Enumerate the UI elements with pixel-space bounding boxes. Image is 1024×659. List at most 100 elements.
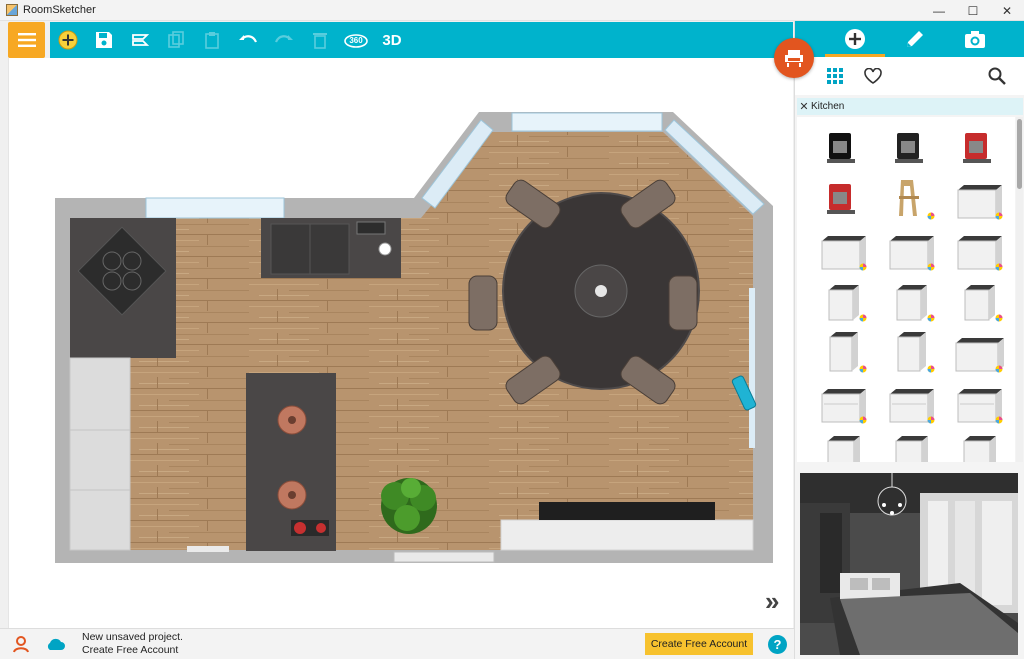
undo-icon <box>239 35 258 43</box>
category-label: Kitchen <box>811 101 845 112</box>
furniture-item-drawer-cabinet[interactable] <box>809 378 873 428</box>
hamburger-menu-icon <box>17 33 36 47</box>
expand-panel-button[interactable]: » <box>765 588 779 614</box>
window-title: RoomSketcher <box>23 4 96 16</box>
user-account-icon[interactable] <box>12 635 30 653</box>
pencil-icon <box>907 31 923 47</box>
360-view-icon: 360 <box>344 34 368 48</box>
furniture-item-base-cabinet[interactable] <box>945 174 1009 224</box>
chair-right <box>668 275 698 331</box>
save-button[interactable] <box>86 22 122 58</box>
furniture-item-base-cabinet-narrow[interactable] <box>945 276 1009 326</box>
category-breadcrumb: ✕ Kitchen <box>797 98 1023 115</box>
furniture-item-coffee-machine-dark[interactable] <box>877 123 941 173</box>
panel-tabs <box>795 21 1024 57</box>
library-scrollbar[interactable] <box>1016 117 1023 462</box>
maximize-button[interactable]: ☐ <box>956 0 990 21</box>
counter-bowl <box>378 242 392 256</box>
furniture-item-base-cabinet[interactable] <box>877 225 941 275</box>
3d-preview[interactable] <box>800 473 1018 655</box>
corner-counter-cut <box>70 306 129 358</box>
tab-edit[interactable] <box>885 21 945 57</box>
furniture-item-espresso-machine-red[interactable] <box>809 174 873 224</box>
tv <box>539 502 715 520</box>
window-controls: — ☐ ✕ <box>922 0 1024 21</box>
close-window-button[interactable]: ✕ <box>990 0 1024 21</box>
copy-icon <box>168 31 184 48</box>
add-icon <box>58 30 78 50</box>
armchair-icon <box>785 50 803 67</box>
help-button[interactable]: ? <box>768 635 787 654</box>
search-button[interactable] <box>987 66 1007 86</box>
search-icon <box>988 67 1006 85</box>
favorites-button[interactable] <box>863 66 883 86</box>
furniture-item-base-cabinet-small[interactable] <box>877 429 941 462</box>
furniture-item-base-cabinet-narrow[interactable] <box>809 276 873 326</box>
status-line-2[interactable]: Create Free Account <box>82 644 183 657</box>
furniture-item-base-cabinet-tall[interactable] <box>877 327 941 377</box>
furniture-item-drawer-cabinet[interactable] <box>945 378 1009 428</box>
furniture-item-base-cabinet-small[interactable] <box>945 429 1009 462</box>
paste-button[interactable] <box>194 22 230 58</box>
furniture-item-coffee-machine-black[interactable] <box>809 123 873 173</box>
redo-icon <box>274 35 293 43</box>
grid-view-button[interactable] <box>825 66 845 86</box>
project-status: New unsaved project. Create Free Account <box>82 631 183 657</box>
furniture-item-high-chair-wood[interactable] <box>877 174 941 224</box>
right-panel: ✕ Kitchen <box>794 21 1024 659</box>
camera-icon <box>965 31 985 48</box>
minimize-button[interactable]: — <box>922 0 956 21</box>
furniture-item-base-cabinet-small[interactable] <box>809 429 873 462</box>
furniture-fab-button[interactable] <box>774 38 814 78</box>
floorplan-canvas[interactable]: » <box>8 58 793 628</box>
library-scrollbar-thumb[interactable] <box>1017 119 1022 189</box>
door-bottom <box>393 551 495 563</box>
svg-text:360: 360 <box>349 36 363 45</box>
library-toolbar <box>795 57 1024 95</box>
door-bottom-left <box>187 546 229 552</box>
floorplan-drawing[interactable] <box>9 58 794 628</box>
view-3d-label: 3D <box>382 31 402 49</box>
potted-plant <box>381 478 437 534</box>
furniture-item-base-cabinet[interactable] <box>809 225 873 275</box>
status-bar: New unsaved project. Create Free Account… <box>0 628 794 659</box>
create-account-button[interactable]: Create Free Account <box>645 633 753 655</box>
layers-button[interactable] <box>122 22 158 58</box>
sideboard <box>500 519 754 551</box>
save-icon <box>96 32 112 48</box>
add-button[interactable] <box>50 22 86 58</box>
main-toolbar: 360 3D <box>50 22 793 58</box>
furniture-item-drawer-cabinet[interactable] <box>877 378 941 428</box>
favorites-heart-icon <box>864 68 882 84</box>
layers-icon <box>132 34 150 46</box>
furniture-item-base-cabinet-tall[interactable] <box>809 327 873 377</box>
view-360-button[interactable]: 360 <box>338 22 374 58</box>
tab-add-furniture[interactable] <box>825 21 885 57</box>
window-top <box>511 112 663 132</box>
furniture-grid <box>797 117 1015 462</box>
undo-button[interactable] <box>230 22 266 58</box>
redo-button[interactable] <box>266 22 302 58</box>
grid-view-icon <box>827 68 843 84</box>
status-line-1: New unsaved project. <box>82 631 183 643</box>
paste-icon <box>205 32 219 49</box>
view-3d-button[interactable]: 3D <box>374 22 410 58</box>
furniture-item-base-cabinet-wide[interactable] <box>945 327 1009 377</box>
left-counter <box>69 357 131 551</box>
main-menu-button[interactable] <box>8 22 45 58</box>
tab-camera[interactable] <box>945 21 1005 57</box>
cloud-sync-icon[interactable] <box>45 637 65 651</box>
trash-icon <box>313 33 327 49</box>
chair-left <box>468 275 498 331</box>
furniture-item-coffee-machine-red[interactable] <box>945 123 1009 173</box>
furniture-item-base-cabinet-narrow[interactable] <box>877 276 941 326</box>
add-furniture-icon <box>845 29 865 49</box>
clear-category-icon[interactable]: ✕ <box>797 100 811 113</box>
window-titlebar: RoomSketcher — ☐ ✕ <box>0 0 1024 21</box>
copy-button[interactable] <box>158 22 194 58</box>
window-left <box>145 197 285 219</box>
app-logo-icon <box>6 4 18 16</box>
furniture-item-base-cabinet[interactable] <box>945 225 1009 275</box>
faucet <box>356 221 386 235</box>
delete-button[interactable] <box>302 22 338 58</box>
